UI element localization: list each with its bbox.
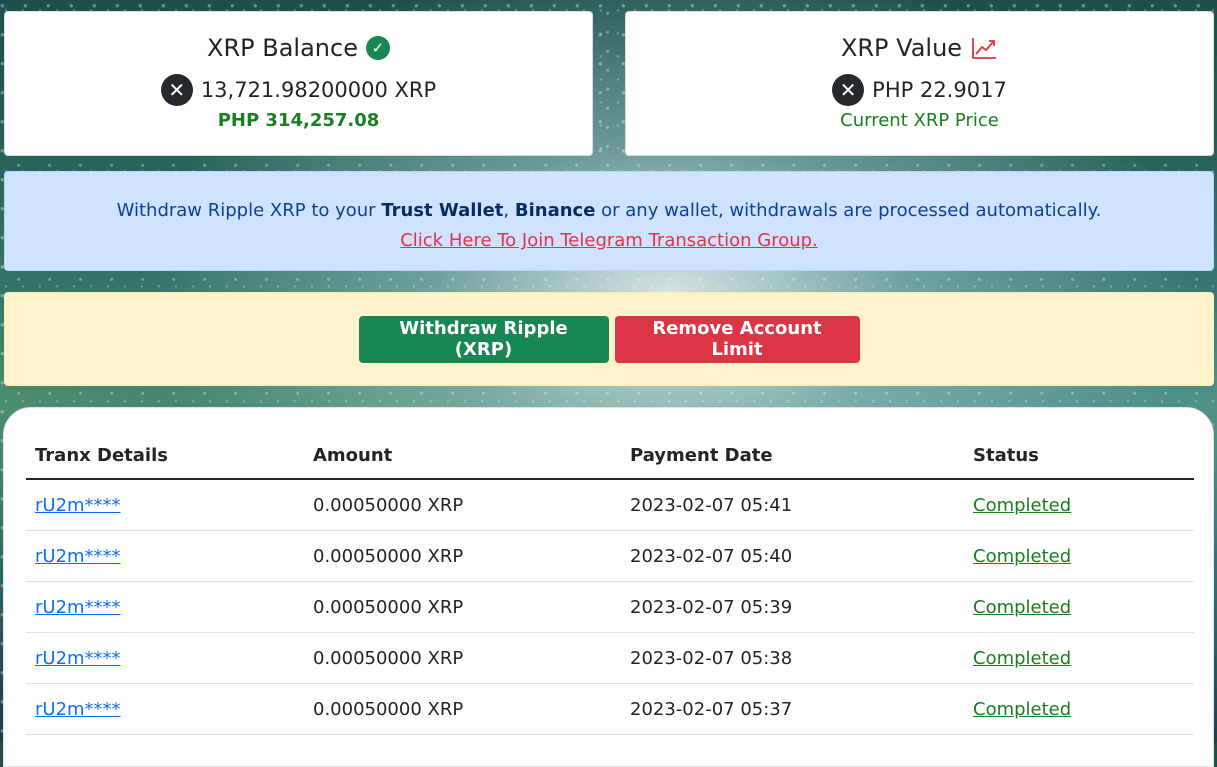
header-amount: Amount — [304, 432, 621, 480]
balance-amount-row: ✕ 13,721.98200000 XRP — [5, 74, 592, 106]
header-tranx-details: Tranx Details — [26, 432, 304, 480]
info-text: Withdraw Ripple XRP to your Trust Wallet… — [5, 196, 1213, 226]
xrp-logo-icon: ✕ — [160, 74, 193, 106]
xrp-logo-icon: ✕ — [832, 74, 865, 106]
trend-up-icon — [972, 38, 997, 59]
trust-wallet-label: Trust Wallet — [381, 200, 504, 221]
date-cell: 2023-02-07 05:40 — [621, 530, 964, 582]
info-text-before: Withdraw Ripple XRP to your — [116, 200, 382, 221]
balance-title: XRP Balance — [207, 34, 358, 62]
tranx-link[interactable]: rU2m**** — [35, 597, 121, 618]
status-link[interactable]: Completed — [973, 495, 1071, 516]
binance-label: Binance — [514, 200, 596, 221]
balance-php-value: PHP 314,257.08 — [217, 110, 380, 131]
telegram-group-link[interactable]: Click Here To Join Telegram Transaction … — [400, 230, 818, 251]
status-link[interactable]: Completed — [973, 648, 1071, 669]
table-row: rU2m**** 0.00050000 XRP 2023-02-07 05:41… — [26, 479, 1194, 531]
value-title: XRP Value — [840, 34, 963, 62]
date-cell: 2023-02-07 05:37 — [621, 683, 964, 735]
xrp-balance-card: XRP Balance ✓ ✕ 13,721.98200000 XRP PHP … — [4, 11, 593, 156]
table-row: rU2m**** 0.00050000 XRP 2023-02-07 05:37… — [26, 683, 1194, 735]
amount-cell: 0.00050000 XRP — [304, 479, 621, 531]
transactions-card: Tranx Details Amount Payment Date Status… — [3, 407, 1214, 767]
actions-alert: Withdraw Ripple (XRP) Remove Account Lim… — [4, 292, 1214, 386]
status-link[interactable]: Completed — [973, 699, 1071, 720]
tranx-link[interactable]: rU2m**** — [35, 546, 121, 567]
header-payment-date: Payment Date — [621, 432, 964, 480]
status-link[interactable]: Completed — [973, 546, 1071, 567]
value-price: PHP 22.9017 — [872, 78, 1007, 102]
date-cell: 2023-02-07 05:38 — [621, 632, 964, 684]
value-price-row: ✕ PHP 22.9017 — [626, 74, 1213, 106]
header-status: Status — [964, 432, 1194, 480]
date-cell: 2023-02-07 05:41 — [621, 479, 964, 531]
amount-cell: 0.00050000 XRP — [304, 581, 621, 633]
date-cell: 2023-02-07 05:39 — [621, 581, 964, 633]
withdraw-info-alert: Withdraw Ripple XRP to your Trust Wallet… — [4, 171, 1214, 271]
tranx-link[interactable]: rU2m**** — [35, 648, 121, 669]
table-row: rU2m**** 0.00050000 XRP 2023-02-07 05:40… — [26, 530, 1194, 582]
status-link[interactable]: Completed — [973, 597, 1071, 618]
info-comma: , — [503, 200, 515, 221]
info-text-after: or any wallet, withdrawals are processed… — [595, 200, 1102, 221]
balance-title-row: XRP Balance ✓ — [5, 32, 592, 64]
remove-account-limit-button[interactable]: Remove Account Limit — [614, 315, 860, 363]
xrp-value-card: XRP Value ✕ PHP 22.9017 Current XRP Pric… — [625, 11, 1214, 156]
table-row: rU2m**** 0.00050000 XRP 2023-02-07 05:38… — [26, 632, 1194, 684]
amount-cell: 0.00050000 XRP — [304, 632, 621, 684]
check-circle-icon: ✓ — [365, 36, 390, 60]
value-subtitle: Current XRP Price — [840, 110, 999, 131]
tranx-link[interactable]: rU2m**** — [35, 699, 121, 720]
value-title-row: XRP Value — [626, 32, 1213, 64]
withdraw-ripple-button[interactable]: Withdraw Ripple (XRP) — [358, 315, 609, 363]
table-header-row: Tranx Details Amount Payment Date Status — [26, 432, 1194, 480]
tranx-link[interactable]: rU2m**** — [35, 495, 121, 516]
transactions-table: Tranx Details Amount Payment Date Status… — [26, 432, 1194, 735]
amount-cell: 0.00050000 XRP — [304, 683, 621, 735]
balance-amount: 13,721.98200000 XRP — [200, 78, 437, 102]
amount-cell: 0.00050000 XRP — [304, 530, 621, 582]
table-row: rU2m**** 0.00050000 XRP 2023-02-07 05:39… — [26, 581, 1194, 633]
